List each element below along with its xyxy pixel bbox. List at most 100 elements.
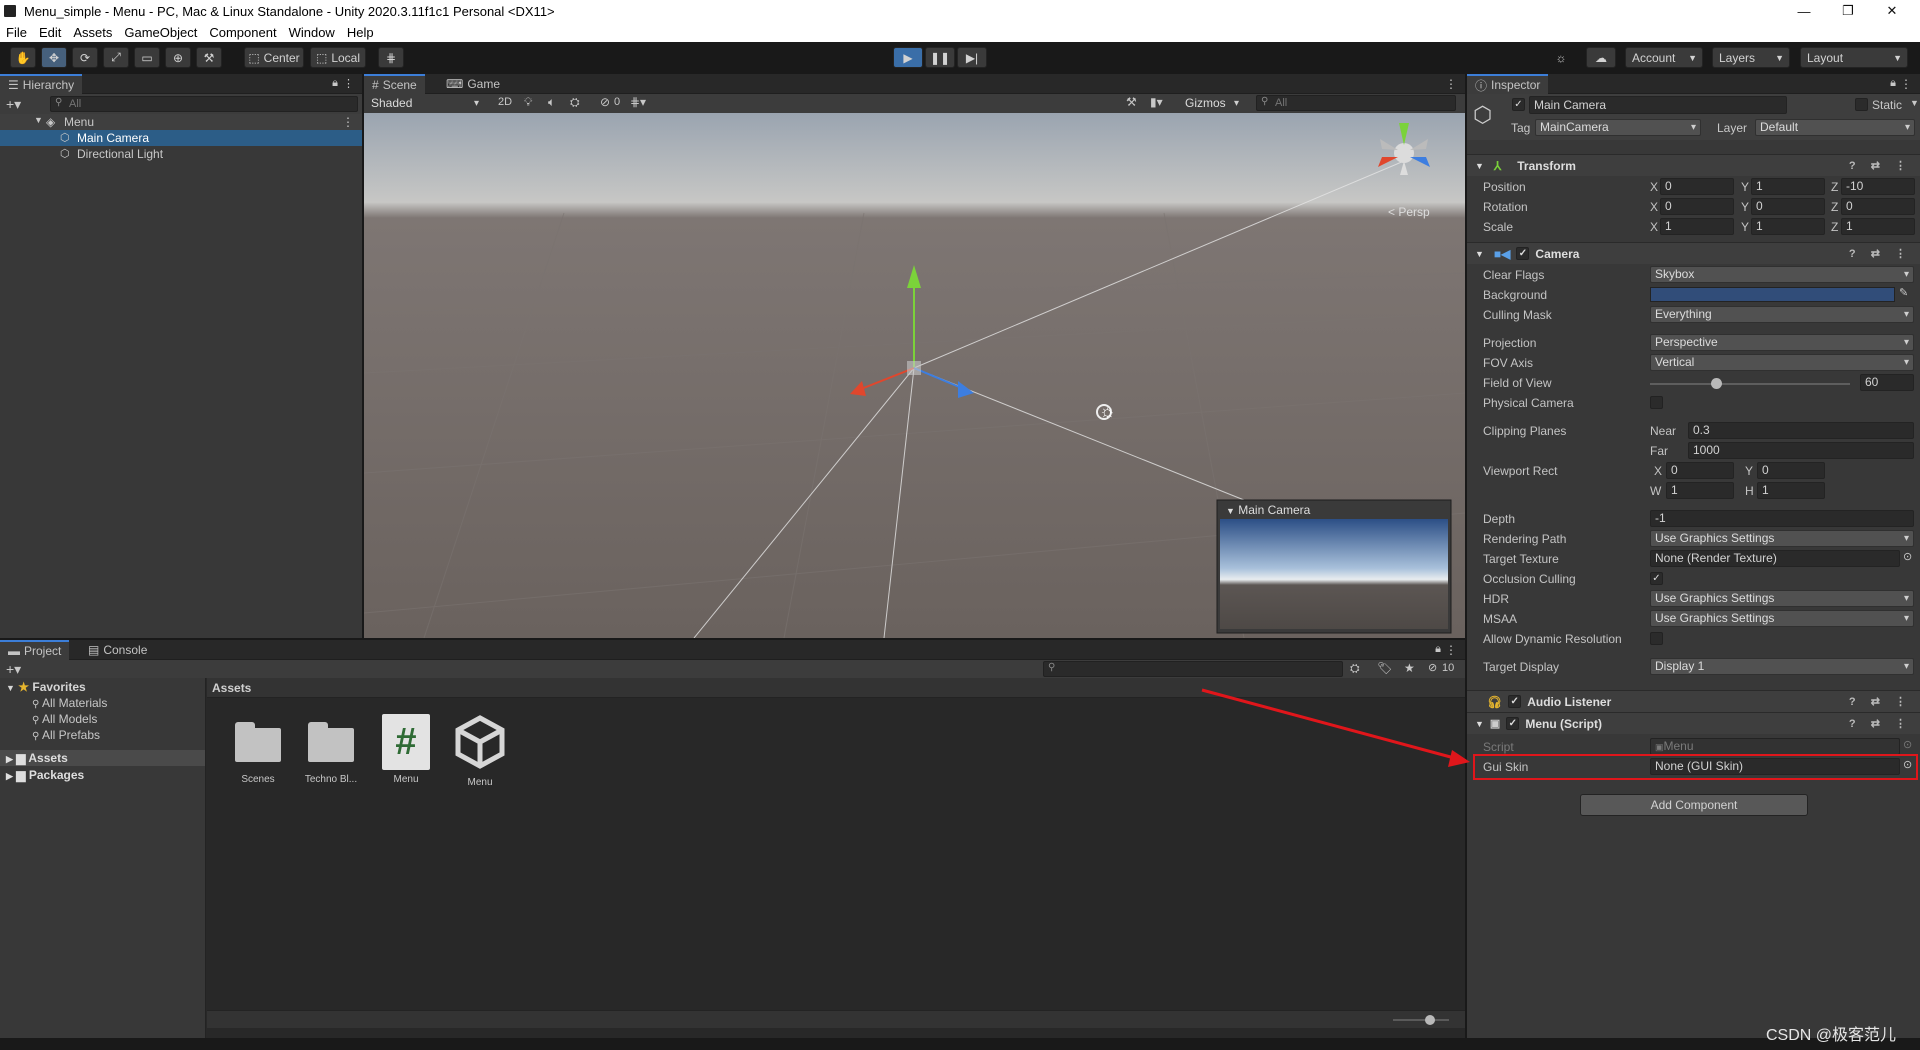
favorite-item[interactable]: ⚲ All Prefabs	[32, 728, 100, 742]
menu-help[interactable]: Help	[347, 25, 374, 40]
play-button[interactable]: ▶	[893, 47, 923, 68]
kebab-menu-icon[interactable]: ⋮	[1445, 643, 1457, 657]
component-header-icons[interactable]: ? ⇄ ⋮	[1849, 247, 1912, 260]
tab-project[interactable]: ▬ Project	[0, 640, 70, 660]
viewport-w-field[interactable]: 1	[1666, 482, 1734, 499]
projection-dropdown[interactable]: Perspective	[1650, 334, 1914, 351]
camera-enabled-checkbox[interactable]: ✓	[1516, 247, 1530, 260]
viewport-h-field[interactable]: 1	[1757, 482, 1825, 499]
breadcrumb-assets[interactable]: Assets	[212, 681, 251, 695]
lock-icon[interactable]: 🔒︎	[1435, 643, 1441, 656]
favorites-star-icon[interactable]: ★	[1404, 661, 1415, 675]
filter-by-label-icon[interactable]: 🏷︎	[1377, 661, 1392, 675]
viewport-x-field[interactable]: 0	[1666, 462, 1734, 479]
scale-y-field[interactable]: 1	[1751, 218, 1825, 235]
hdr-dropdown[interactable]: Use Graphics Settings	[1650, 590, 1914, 607]
rotation-y-field[interactable]: 0	[1751, 198, 1825, 215]
hierarchy-item-directional-light[interactable]: ⬡ Directional Light	[0, 146, 362, 162]
clear-flags-dropdown[interactable]: Skybox	[1650, 266, 1914, 283]
add-icon[interactable]: +▾	[6, 96, 21, 113]
add-icon[interactable]: +▾	[6, 661, 21, 678]
services-icon[interactable]: ☼	[1548, 47, 1574, 68]
object-name-input[interactable]	[1529, 96, 1787, 114]
object-picker-icon[interactable]: ⊙	[1903, 758, 1912, 771]
scene-viewport[interactable]: < Persp ▼ Main Camera ☼	[364, 113, 1465, 638]
cloud-button[interactable]: ☁	[1586, 47, 1616, 68]
scale-x-field[interactable]: 1	[1660, 218, 1734, 235]
hierarchy-search-input[interactable]	[50, 96, 358, 112]
pivot-center-button[interactable]: ⬚ Center	[244, 47, 304, 68]
close-icon[interactable]: ✕	[1870, 0, 1914, 22]
rotation-z-field[interactable]: 0	[1841, 198, 1915, 215]
kebab-menu-icon[interactable]: ⋮	[1445, 77, 1457, 91]
kebab-menu-icon[interactable]: ⋮	[1895, 248, 1912, 260]
audio-icon[interactable]: 🔈︎	[548, 95, 555, 110]
tools-icon[interactable]: ⚒	[1126, 95, 1137, 109]
tab-hierarchy[interactable]: ☰ Hierarchy	[0, 74, 83, 94]
rotation-x-field[interactable]: 0	[1660, 198, 1734, 215]
layout-dropdown[interactable]: Layout ▼	[1800, 47, 1908, 68]
physical-camera-checkbox[interactable]	[1650, 396, 1663, 409]
scene-search-input[interactable]	[1256, 95, 1456, 111]
object-picker-icon[interactable]: ⊙	[1903, 550, 1912, 563]
component-header-icons[interactable]: ? ⇄ ⋮	[1849, 695, 1912, 708]
hidden-packages-icon[interactable]: ⊘	[1428, 661, 1437, 674]
restore-icon[interactable]: ❐	[1826, 0, 1870, 22]
layer-dropdown[interactable]: Default	[1755, 119, 1915, 136]
fov-axis-dropdown[interactable]: Vertical	[1650, 354, 1914, 371]
presets-icon[interactable]: ⇄	[1871, 160, 1886, 172]
layers-dropdown[interactable]: Layers ▼	[1712, 47, 1790, 68]
effects-icon[interactable]: ⛭	[570, 95, 580, 110]
fov-slider-track[interactable]	[1650, 383, 1850, 385]
menu-file[interactable]: File	[6, 25, 27, 40]
rect-tool-icon[interactable]: ▭	[134, 47, 160, 68]
position-x-field[interactable]: 0	[1660, 178, 1734, 195]
asset-item[interactable]: Techno Bl...	[296, 714, 366, 785]
help-icon[interactable]: ?	[1849, 160, 1862, 172]
chevron-down-icon[interactable]: ▼	[1910, 98, 1919, 108]
menu-component[interactable]: Component	[209, 25, 276, 40]
hierarchy-item-main-camera[interactable]: ⬡ Main Camera	[0, 130, 362, 146]
shading-mode-dropdown[interactable]: Shaded	[366, 95, 484, 112]
icon-size-slider-track[interactable]	[1393, 1019, 1449, 1021]
fov-slider-thumb[interactable]	[1711, 378, 1722, 389]
kebab-menu-icon[interactable]: ⋮	[1895, 718, 1912, 730]
tag-dropdown[interactable]: MainCamera	[1535, 119, 1701, 136]
background-color-swatch[interactable]	[1650, 287, 1895, 302]
help-icon[interactable]: ?	[1849, 696, 1862, 708]
assets-node[interactable]: ▶ ▆ Assets	[0, 750, 205, 766]
near-field[interactable]: 0.3	[1688, 422, 1914, 439]
gui-skin-field[interactable]: None (GUI Skin)	[1650, 758, 1900, 775]
component-header-icons[interactable]: ? ⇄ ⋮	[1849, 159, 1912, 172]
custom-tool-icon[interactable]: ⚒	[196, 47, 222, 68]
tab-game[interactable]: ⌨ Game	[438, 74, 508, 94]
grid-snap-icon[interactable]: ⋕	[378, 47, 404, 68]
asset-item[interactable]: # Menu	[378, 714, 434, 785]
pivot-local-button[interactable]: ⬚ Local	[310, 47, 366, 68]
account-dropdown[interactable]: Account ▼	[1625, 47, 1703, 68]
step-button[interactable]: ▶|	[957, 47, 987, 68]
eyedropper-icon[interactable]: ✎	[1899, 286, 1908, 299]
persp-label[interactable]: < Persp	[1388, 205, 1430, 219]
asset-item[interactable]: Menu	[452, 714, 508, 788]
favorites-node[interactable]: ▼ ★ Favorites	[6, 680, 86, 694]
menu-edit[interactable]: Edit	[39, 25, 61, 40]
directional-light-icon[interactable]: ☼	[1099, 401, 1116, 422]
hand-tool-icon[interactable]: ✋	[10, 47, 36, 68]
grid-toggle-icon[interactable]: ⋕▾	[630, 95, 646, 109]
presets-icon[interactable]: ⇄	[1871, 718, 1886, 730]
hidden-objects-icon[interactable]: ⊘	[600, 95, 610, 109]
filter-by-type-icon[interactable]: ⛭	[1350, 661, 1360, 676]
target-texture-field[interactable]: None (Render Texture)	[1650, 550, 1900, 567]
favorite-item[interactable]: ⚲ All Materials	[32, 696, 107, 710]
viewport-y-field[interactable]: 0	[1757, 462, 1825, 479]
tab-inspector[interactable]: ⓘ Inspector	[1467, 74, 1549, 94]
position-y-field[interactable]: 1	[1751, 178, 1825, 195]
asset-item[interactable]: Scenes	[230, 714, 286, 785]
target-display-dropdown[interactable]: Display 1	[1650, 658, 1914, 675]
audio-listener-checkbox[interactable]: ✓	[1508, 695, 1522, 708]
minimize-icon[interactable]: —	[1782, 0, 1826, 22]
transform-tool-icon[interactable]: ⊕	[165, 47, 191, 68]
position-z-field[interactable]: -10	[1841, 178, 1915, 195]
packages-node[interactable]: ▶ ▆ Packages	[6, 768, 84, 782]
